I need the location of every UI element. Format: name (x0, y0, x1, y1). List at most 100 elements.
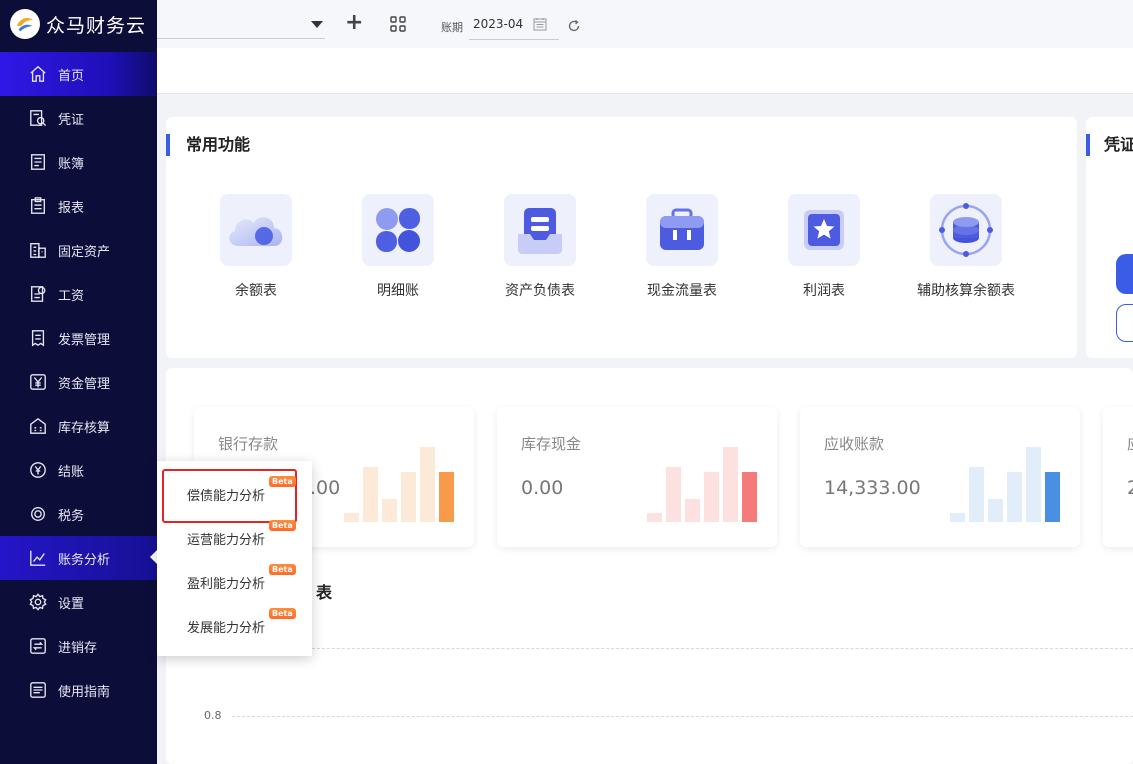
app-name: 众马财务云 (46, 14, 147, 37)
sidebar-item-ledger[interactable]: 账簿 (0, 140, 157, 184)
chart-title: 表 (316, 583, 333, 602)
voucher-card: 凭证 (1086, 117, 1133, 358)
refresh-icon[interactable] (567, 19, 581, 33)
chart-line-icon (28, 548, 48, 568)
sidebar-item-fixed-assets[interactable]: 固定资产 (0, 228, 157, 272)
sidebar-item-label: 使用指南 (58, 684, 111, 700)
quick-function-label: 现金流量表 (647, 283, 717, 299)
mini-bar (439, 472, 454, 522)
guide-icon (28, 680, 48, 700)
sidebar-item-invoice[interactable]: 发票管理 (0, 316, 157, 360)
stat-card-accounts-receivable[interactable]: 应收账款 14,333.00 (800, 407, 1080, 547)
sidebar-item-home[interactable]: 首页 (0, 52, 157, 96)
sidebar-item-label: 结账 (58, 464, 85, 480)
mini-bar (742, 472, 757, 522)
gear-icon (28, 592, 48, 612)
sidebar-item-guide[interactable]: 使用指南 (0, 668, 157, 712)
voucher-search-icon (28, 108, 48, 128)
mini-bar (950, 513, 965, 522)
sidebar-item-label: 发票管理 (58, 332, 111, 348)
submenu-item-operating-analysis[interactable]: 运营能力分析 Beta (187, 520, 296, 548)
grid-icon[interactable] (390, 16, 406, 32)
voucher-primary-button[interactable] (1116, 254, 1133, 294)
ledger-icon (28, 152, 48, 172)
quick-function-aux-balance[interactable]: 辅助核算余额表 (894, 194, 1038, 300)
sidebar-item-label: 报表 (58, 200, 85, 216)
sidebar-item-checkout[interactable]: 结账 (0, 448, 157, 492)
beta-badge: Beta (269, 520, 296, 531)
app-logo[interactable]: 众马财务云 (0, 0, 157, 48)
mini-bar (704, 472, 719, 522)
sidebar-item-purchase-sales-inventory[interactable]: 进销存 (0, 624, 157, 668)
submenu-item-profitability-analysis[interactable]: 盈利能力分析 Beta (187, 564, 296, 592)
briefcase-icon (646, 194, 718, 266)
sidebar-item-funds[interactable]: 资金管理 (0, 360, 157, 404)
star-card-icon (788, 194, 860, 266)
mini-bar (1045, 472, 1060, 522)
stat-title: 应收账款 (824, 435, 885, 453)
inventory-icon (28, 636, 48, 656)
stat-title: 银行存款 (218, 435, 279, 453)
sidebar-item-salary[interactable]: 工资 (0, 272, 157, 316)
quick-function-balance[interactable]: 余额表 (184, 194, 328, 300)
chart-gridline (232, 716, 1133, 717)
stat-value: .00 (310, 477, 341, 499)
stat-card-partial[interactable]: 应 2 (1103, 407, 1133, 547)
quick-function-label: 利润表 (803, 283, 845, 299)
yen-icon (28, 372, 48, 392)
sidebar-item-inventory-accounting[interactable]: 库存核算 (0, 404, 157, 448)
quick-function-balance-sheet[interactable]: 资产负债表 (468, 194, 612, 300)
report-icon (28, 196, 48, 216)
sidebar-item-label: 库存核算 (58, 420, 111, 436)
sidebar-item-label: 税务 (58, 508, 85, 524)
chart-gridline (232, 648, 1133, 649)
submenu-item-label: 发展能力分析 (187, 621, 266, 636)
sidebar-item-report[interactable]: 报表 (0, 184, 157, 228)
mini-bar (401, 472, 416, 522)
quick-functions-title: 常用功能 (166, 134, 250, 156)
voucher-title: 凭证 (1086, 134, 1133, 156)
tax-icon (28, 504, 48, 524)
sidebar-item-label: 账务分析 (58, 552, 111, 568)
top-toolbar: + 账期 2023-04 (157, 0, 1133, 48)
add-icon[interactable]: + (345, 12, 363, 34)
quick-function-detail-ledger[interactable]: 明细账 (326, 194, 470, 300)
quick-functions-card: 常用功能 余额表 明细账 资产负债表 现金流量表 利润表 辅助核算余额表 (166, 117, 1077, 358)
warehouse-icon (28, 416, 48, 436)
submenu-item-label: 偿债能力分析 (187, 489, 266, 504)
checkout-icon (28, 460, 48, 480)
mini-bar (420, 447, 435, 522)
quick-function-label: 辅助核算余额表 (917, 283, 1015, 299)
sidebar-item-financial-analysis[interactable]: 账务分析 (0, 536, 157, 580)
sidebar-item-settings[interactable]: 设置 (0, 580, 157, 624)
voucher-secondary-button[interactable] (1116, 304, 1133, 342)
sidebar-item-tax[interactable]: 税务 (0, 492, 157, 536)
sidebar-item-voucher[interactable]: 凭证 (0, 96, 157, 140)
mini-bar (363, 467, 378, 522)
sidebar-menu: 首页 凭证 账簿 报表 固定资产 工资 发票管理 资金管理 库存核算 结账 税务… (0, 52, 157, 712)
mini-bar (344, 513, 359, 522)
company-select[interactable] (157, 13, 325, 39)
mini-bar (382, 499, 397, 522)
sidebar: 众马财务云 首页 凭证 账簿 报表 固定资产 工资 发票管理 资金管理 库存核算… (0, 0, 157, 764)
period-label: 账期 (441, 21, 463, 34)
stat-card-cash-on-hand[interactable]: 库存现金 0.00 (497, 407, 777, 547)
sidebar-item-label: 设置 (58, 596, 85, 612)
stat-title: 应 (1127, 433, 1133, 454)
quick-function-cash-flow[interactable]: 现金流量表 (610, 194, 754, 300)
quick-function-income-statement[interactable]: 利润表 (752, 194, 896, 300)
sidebar-item-label: 固定资产 (58, 244, 111, 260)
stat-value: 0.00 (521, 477, 564, 499)
submenu-item-solvency-analysis[interactable]: 偿债能力分析 Beta (187, 476, 296, 504)
financial-analysis-submenu: 偿债能力分析 Beta 运营能力分析 Beta 盈利能力分析 Beta 发展能力… (157, 461, 312, 656)
mini-bar (647, 513, 662, 522)
calendar-icon[interactable] (533, 17, 547, 31)
document-tray-icon (504, 194, 576, 266)
stat-mini-chart (950, 447, 1060, 522)
quick-function-label: 明细账 (377, 283, 419, 299)
submenu-item-growth-analysis[interactable]: 发展能力分析 Beta (187, 608, 296, 636)
home-icon (28, 64, 48, 84)
quick-function-label: 资产负债表 (505, 283, 575, 299)
quick-function-label: 余额表 (235, 283, 277, 299)
beta-badge: Beta (269, 608, 296, 619)
